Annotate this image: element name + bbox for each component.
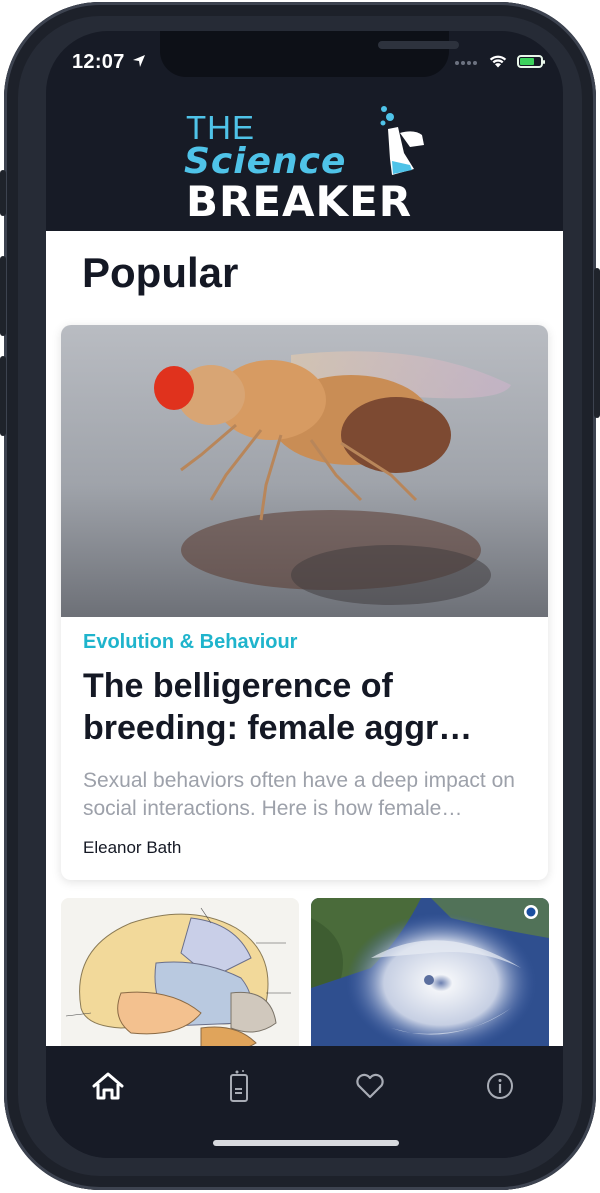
volume-down-button bbox=[0, 356, 6, 436]
info-icon bbox=[487, 1073, 513, 1099]
logo-science: Science bbox=[184, 141, 347, 182]
notch bbox=[160, 31, 459, 77]
battery-icon bbox=[517, 54, 545, 68]
speaker bbox=[378, 41, 459, 49]
content-area[interactable]: Popular Evolution & Behaviour The bellig… bbox=[46, 231, 563, 1046]
article-image-fruit-fly bbox=[61, 325, 548, 617]
article-excerpt: Sexual behaviors often have a deep impac… bbox=[83, 769, 515, 820]
location-arrow-icon bbox=[133, 55, 145, 67]
article-title[interactable]: The belligerence of breeding: female agg… bbox=[83, 665, 533, 749]
article-card-brain[interactable] bbox=[61, 898, 299, 1046]
tab-lab[interactable] bbox=[219, 1066, 259, 1106]
section-heading: Popular bbox=[82, 249, 239, 296]
screen: 12:07 THE Science BREAKER Popular Evolut… bbox=[46, 31, 563, 1158]
mute-switch bbox=[0, 170, 6, 216]
clipboard-icon bbox=[230, 1070, 248, 1102]
power-button bbox=[594, 268, 600, 418]
app-logo: THE Science BREAKER bbox=[184, 103, 434, 226]
article-image-hurricane bbox=[311, 898, 549, 1046]
article-card-hurricane[interactable] bbox=[311, 898, 549, 1046]
tab-favorites[interactable] bbox=[350, 1066, 390, 1106]
tab-home[interactable] bbox=[88, 1066, 128, 1106]
logo-breaker: BREAKER bbox=[186, 177, 413, 226]
article-category[interactable]: Evolution & Behaviour bbox=[83, 631, 297, 654]
tab-info[interactable] bbox=[480, 1066, 520, 1106]
article-image-brain bbox=[61, 898, 299, 1046]
status-icons bbox=[455, 52, 545, 70]
article-author[interactable]: Eleanor Bath bbox=[83, 838, 181, 858]
featured-article-card[interactable]: Evolution & Behaviour The belligerence o… bbox=[61, 325, 548, 880]
phone-frame: 12:07 THE Science BREAKER Popular Evolut… bbox=[0, 2, 600, 1190]
volume-up-button bbox=[0, 256, 6, 336]
heart-icon bbox=[356, 1073, 384, 1099]
home-icon bbox=[92, 1072, 124, 1100]
wifi-icon bbox=[489, 55, 507, 67]
home-indicator[interactable] bbox=[213, 1140, 399, 1146]
cellular-signal-icon bbox=[455, 52, 479, 70]
status-time: 12:07 bbox=[72, 51, 125, 73]
flask-icon bbox=[380, 106, 424, 175]
